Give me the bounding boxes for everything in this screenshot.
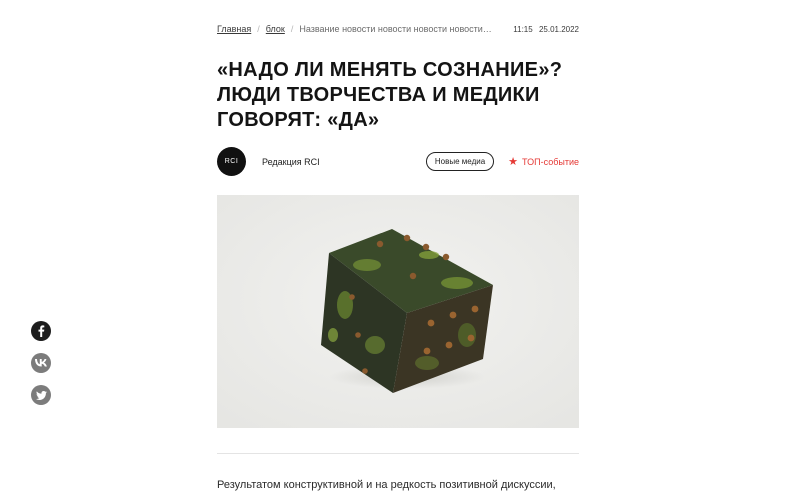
vk-share-button[interactable]: [31, 353, 51, 373]
twitter-icon: [35, 390, 47, 400]
facebook-share-button[interactable]: [31, 321, 51, 341]
breadcrumb-separator: /: [257, 24, 260, 34]
breadcrumb-current: Название новости новости новости новости…: [299, 24, 492, 34]
vk-icon: [35, 359, 47, 367]
top-event-badge: ★ ТОП-событие: [508, 155, 579, 168]
publish-date: 25.01.2022: [538, 24, 579, 34]
article-title: «Надо ли менять сознание»? Люди творчест…: [217, 59, 563, 131]
share-bar: [31, 321, 51, 417]
breadcrumb-section-link[interactable]: блок: [266, 24, 285, 34]
article-lead: Результатом конструктивной и на редкость…: [217, 479, 556, 491]
tag-chip[interactable]: Новые медиа: [425, 152, 495, 171]
top-event-label: ТОП-событие: [522, 156, 579, 167]
breadcrumb-home-link[interactable]: Главная: [217, 24, 251, 34]
article-image: [217, 195, 579, 428]
author-row: RCI Редакция RCI Новые медиа ★ ТОП-событ…: [217, 147, 579, 176]
dice-illustration: [217, 195, 579, 428]
breadcrumb-separator: /: [290, 24, 294, 34]
author-name[interactable]: Редакция RCI: [262, 157, 320, 167]
twitter-share-button[interactable]: [31, 385, 51, 405]
breadcrumb: Главная / блок / Название новости новост…: [217, 22, 579, 36]
facebook-icon: [38, 325, 45, 337]
publish-time: 11:15: [513, 24, 533, 34]
divider: [217, 453, 579, 454]
publish-meta: 11:15 25.01.2022: [513, 25, 579, 34]
star-icon: ★: [508, 156, 519, 168]
avatar[interactable]: RCI: [217, 147, 246, 176]
